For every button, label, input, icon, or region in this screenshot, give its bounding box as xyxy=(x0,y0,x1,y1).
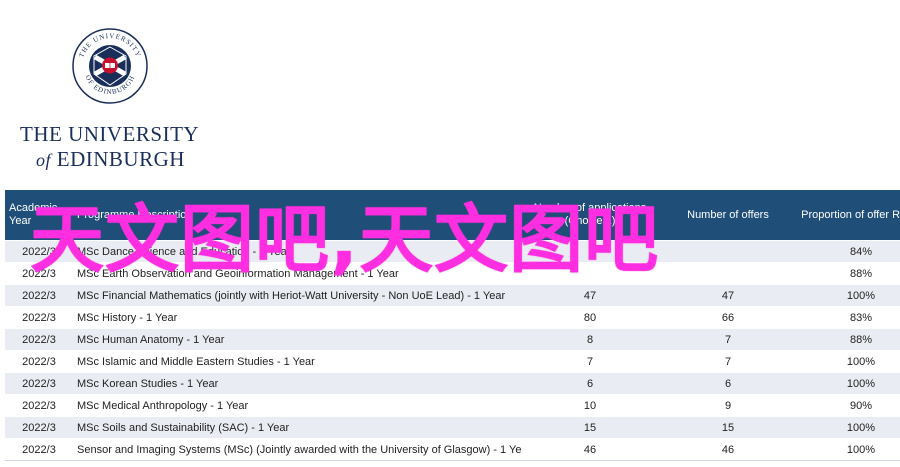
cell-year: 2022/3 xyxy=(5,262,73,285)
cell-programme: Sensor and Imaging Systems (MSc) (Jointl… xyxy=(73,438,521,461)
cell-programme: MSc Soils and Sustainability (SAC) - 1 Y… xyxy=(73,416,521,439)
cell-rate: 90% xyxy=(797,394,900,417)
cell-programme: MSc Financial Mathematics (jointly with … xyxy=(73,284,521,307)
cell-year: 2022/3 xyxy=(5,350,73,373)
cell-programme: MSc Earth Observation and Geoinformation… xyxy=(73,262,521,285)
cell-offers: 6 xyxy=(659,372,797,395)
cell-year: 2022/3 xyxy=(5,328,73,351)
table-row: 2022/3 MSc History - 1 Year 80 66 83% xyxy=(5,306,900,329)
cell-year: 2022/3 xyxy=(5,284,73,307)
table-row: 2022/3 MSc Korean Studies - 1 Year 6 6 1… xyxy=(5,372,900,395)
cell-programme: MSc Medical Anthropology - 1 Year xyxy=(73,394,521,417)
university-name-line2: of EDINBURGH xyxy=(20,146,200,173)
table-row: 2022/3 MSc Financial Mathematics (jointl… xyxy=(5,284,900,307)
header-offers: Number of offers xyxy=(687,208,769,221)
cell-offers: 47 xyxy=(659,284,797,307)
cell-applications: 46 xyxy=(521,438,659,461)
cell-applications: 47 xyxy=(521,284,659,307)
cell-applications: 8 xyxy=(521,328,659,351)
cell-rate: 88% xyxy=(797,262,900,285)
cell-applications: 15 xyxy=(521,416,659,439)
cell-offers xyxy=(659,240,797,263)
cell-year: 2022/3 xyxy=(5,306,73,329)
cell-offers: 9 xyxy=(659,394,797,417)
cell-programme: MSc Dance Science and Education - 1 Year xyxy=(73,240,521,263)
table-row: 2022/3 MSc Medical Anthropology - 1 Year… xyxy=(5,394,900,417)
cell-applications: 80 xyxy=(521,306,659,329)
table-header-row: Academic Year Programme Description Numb… xyxy=(5,190,900,241)
cell-year: 2022/3 xyxy=(5,240,73,263)
table-row: 2022/3 Sensor and Imaging Systems (MSc) … xyxy=(5,438,900,461)
table-row: 2022/3 MSc Soils and Sustainability (SAC… xyxy=(5,416,900,439)
table-row: 2022/3 MSc Dance Science and Education -… xyxy=(5,240,900,263)
cell-rate: 100% xyxy=(797,416,900,439)
cell-programme: MSc Korean Studies - 1 Year xyxy=(73,372,521,395)
cell-applications xyxy=(521,240,659,263)
cell-applications: 6 xyxy=(521,372,659,395)
cell-year: 2022/3 xyxy=(5,372,73,395)
cell-offers: 7 xyxy=(659,350,797,373)
cell-year: 2022/3 xyxy=(5,394,73,417)
university-name: THE UNIVERSITY of EDINBURGH xyxy=(20,122,200,173)
table-row: 2022/3 MSc Human Anatomy - 1 Year 8 7 88… xyxy=(5,328,900,351)
cell-rate: 100% xyxy=(797,438,900,461)
university-name-of: of xyxy=(36,150,52,170)
cell-rate: 84% xyxy=(797,240,900,263)
university-name-edinburgh: EDINBURGH xyxy=(56,147,185,171)
cell-applications: 10 xyxy=(521,394,659,417)
cell-year: 2022/3 xyxy=(5,438,73,461)
cell-year: 2022/3 xyxy=(5,416,73,439)
header-offer-rate: Proportion of offer Rates xyxy=(801,208,900,221)
cell-rate: 100% xyxy=(797,372,900,395)
header-programme-description: Programme Description xyxy=(77,208,193,221)
header-applications: Number of applications (Choice 1) xyxy=(533,202,647,227)
cell-programme: MSc Human Anatomy - 1 Year xyxy=(73,328,521,351)
cell-rate: 100% xyxy=(797,284,900,307)
cell-applications: 7 xyxy=(521,350,659,373)
cell-offers xyxy=(659,262,797,285)
cell-programme: MSc Islamic and Middle Eastern Studies -… xyxy=(73,350,521,373)
cell-rate: 100% xyxy=(797,350,900,373)
cell-offers: 66 xyxy=(659,306,797,329)
header-academic-year: Academic Year xyxy=(9,202,58,227)
cell-rate: 83% xyxy=(797,306,900,329)
admissions-table: Academic Year Programme Description Numb… xyxy=(5,190,900,461)
university-name-line1: THE UNIVERSITY xyxy=(20,122,200,146)
university-seal-icon: THE UNIVERSITY OF EDINBURGH xyxy=(72,28,148,104)
table-row: 2022/3 MSc Islamic and Middle Eastern St… xyxy=(5,350,900,373)
table-row: 2022/3 MSc Earth Observation and Geoinfo… xyxy=(5,262,900,285)
cell-offers: 7 xyxy=(659,328,797,351)
cell-programme: MSc History - 1 Year xyxy=(73,306,521,329)
cell-offers: 46 xyxy=(659,438,797,461)
cell-rate: 88% xyxy=(797,328,900,351)
admissions-table-container: Academic Year Programme Description Numb… xyxy=(5,190,900,461)
cell-applications xyxy=(521,262,659,285)
cell-offers: 15 xyxy=(659,416,797,439)
